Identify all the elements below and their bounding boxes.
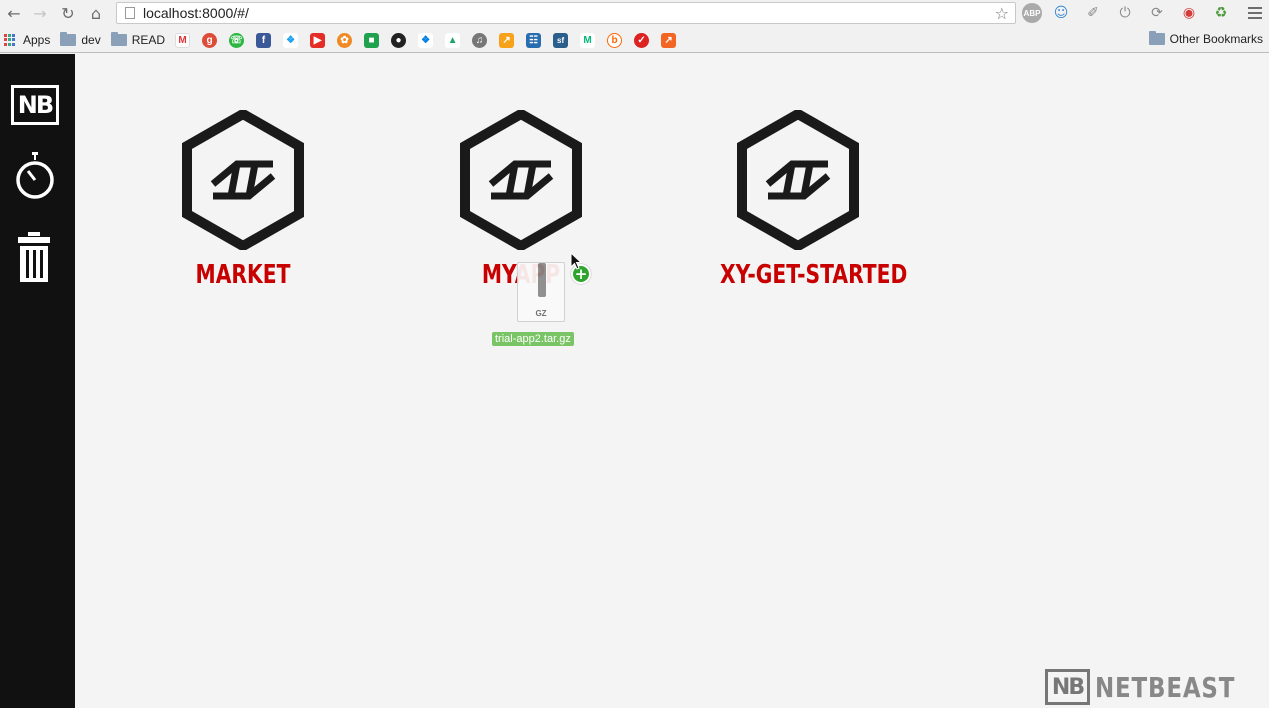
google-plus-icon[interactable]: g (202, 32, 218, 48)
youtube-icon[interactable]: ▶ (310, 32, 326, 48)
gmail-icon[interactable]: M (175, 32, 191, 48)
footer-nb-logo: NB (1045, 669, 1090, 705)
dragged-file-icon: GZ (517, 262, 565, 322)
power-icon[interactable]: ⏻ (1112, 2, 1138, 24)
browser-toolbar: ← → ↻ ⌂ localhost:8000/#/ ☆ ABP ☺ ✐ ⏻ ⟳ … (0, 0, 1269, 28)
sync-icon[interactable]: ⟳ (1144, 2, 1170, 24)
audio-icon[interactable]: ♫ (472, 32, 488, 48)
address-bar[interactable]: localhost:8000/#/ ☆ (116, 2, 1016, 24)
forward-button[interactable]: → (26, 0, 54, 26)
app-tile-xy-get-started[interactable]: XY-GET-STARTED (698, 110, 908, 290)
dropbox-icon[interactable]: ❖ (418, 32, 434, 48)
bookmark-folder-read[interactable]: READ (110, 29, 166, 51)
app-tile-market[interactable]: MARKET (143, 110, 343, 290)
app-hex-icon (737, 110, 859, 250)
stack-icon[interactable]: ☷ (526, 32, 542, 48)
page-icon (125, 7, 135, 19)
green-square-icon[interactable]: ■ (364, 32, 380, 48)
folder-icon (1148, 31, 1165, 45)
sf-icon[interactable]: sf (553, 32, 569, 48)
facebook-icon[interactable]: f (256, 32, 272, 48)
home-button[interactable]: ⌂ (82, 0, 110, 26)
file-type-label: GZ (535, 309, 547, 318)
app-label: MARKET (195, 260, 291, 290)
apps-grid-icon (4, 33, 17, 47)
extensions-area: ABP ☺ ✐ ⏻ ⟳ ◉ ♻ (1022, 2, 1234, 24)
bookmarks-bar: Apps dev READ M g ☏ f ❖ ▶ ✿ ■ ● ❖ ▲ ♫ ↗ … (0, 28, 1269, 53)
recycle-icon[interactable]: ♻ (1208, 2, 1234, 24)
app-label: XY-GET-STARTED (720, 260, 908, 290)
bookmark-folder-label: READ (131, 33, 166, 47)
footer-brand-text: NETBEAST (1095, 670, 1236, 704)
bookmark-star-icon[interactable]: ☆ (995, 4, 1009, 23)
bookmark-apps[interactable]: Apps (4, 29, 50, 51)
twitter-icon[interactable]: ❖ (283, 32, 299, 48)
medium-icon[interactable]: M (580, 32, 596, 48)
eyedropper-icon[interactable]: ✐ (1080, 2, 1106, 24)
bookmark-folder-dev[interactable]: dev (60, 29, 101, 51)
orange-b-icon[interactable]: b (607, 32, 623, 48)
red-check-icon[interactable]: ✓ (634, 32, 650, 48)
other-bookmarks-label: Other Bookmarks (1169, 32, 1263, 46)
browser-menu-button[interactable] (1245, 2, 1265, 24)
bookmark-folder-label: dev (81, 33, 101, 47)
timer-icon[interactable] (15, 152, 55, 204)
back-button[interactable]: ← (0, 0, 28, 26)
abp-icon[interactable]: ABP (1022, 3, 1042, 23)
google-drive-icon[interactable]: ▲ (445, 32, 461, 48)
app-hex-icon (182, 110, 304, 250)
folder-icon (60, 32, 77, 46)
sidebar: NB (0, 54, 75, 708)
nb-logo[interactable]: NB (11, 85, 59, 125)
github-icon[interactable]: ● (391, 32, 407, 48)
folder-icon (110, 32, 127, 46)
red-wave-icon[interactable]: ◉ (1176, 2, 1202, 24)
chart-icon[interactable]: ↗ (499, 32, 515, 48)
orange-circle-icon[interactable]: ✿ (337, 32, 353, 48)
whatsapp-icon[interactable]: ☏ (229, 32, 245, 48)
zipper-icon (538, 263, 546, 297)
reload-button[interactable]: ↻ (54, 0, 82, 26)
bookmark-apps-label: Apps (23, 33, 51, 47)
url-text[interactable]: localhost:8000/#/ (143, 5, 249, 21)
dragged-file-name: trial-app2.tar.gz (492, 332, 574, 346)
footer-brand: NB NETBEAST (1045, 669, 1266, 705)
app-hex-icon (460, 110, 582, 250)
orange-chart-icon[interactable]: ↗ (661, 32, 677, 48)
mouse-cursor-icon (570, 252, 582, 270)
smiley-icon[interactable]: ☺ (1048, 2, 1074, 24)
other-bookmarks[interactable]: Other Bookmarks (1148, 31, 1263, 46)
trash-icon[interactable] (17, 232, 51, 282)
